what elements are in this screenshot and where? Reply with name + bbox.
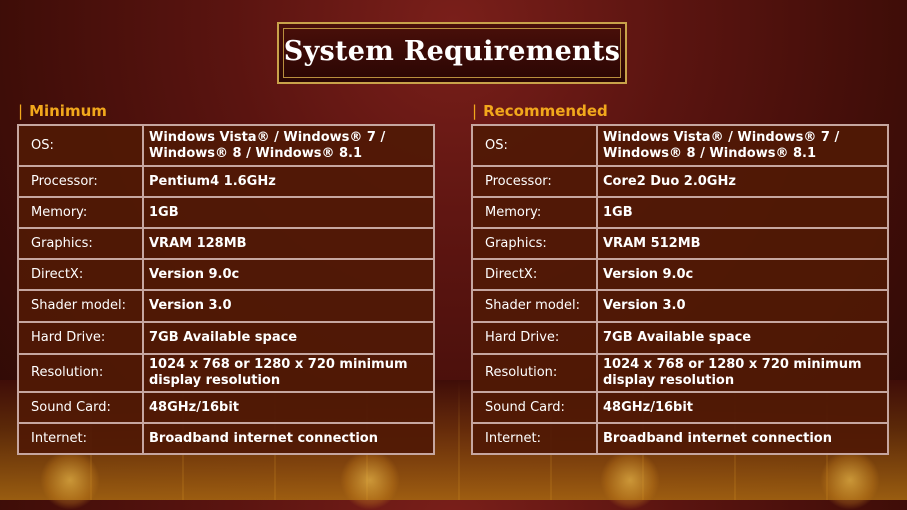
requirement-value: Windows Vista® / Windows® 7 / Windows® 8… <box>142 124 435 167</box>
requirement-value: Version 3.0 <box>596 289 889 323</box>
heading-bar: | <box>18 102 24 120</box>
requirement-value: 7GB Available space <box>142 321 435 355</box>
recommended-heading: | Recommended <box>472 102 608 120</box>
requirement-value: Version 3.0 <box>142 289 435 323</box>
requirement-value: VRAM 512MB <box>596 227 889 260</box>
floor-emblem-icon <box>600 450 660 510</box>
requirement-label: Hard Drive: <box>17 321 144 355</box>
requirement-label: OS: <box>17 124 144 167</box>
requirement-row: Processor: Pentium4 1.6GHz <box>17 165 435 198</box>
requirement-label: Shader model: <box>471 289 598 323</box>
requirement-label: Resolution: <box>471 353 598 393</box>
requirement-row: Sound Card: 48GHz/16bit <box>17 391 435 424</box>
requirement-row: Shader model: Version 3.0 <box>17 289 435 323</box>
requirement-row: Memory: 1GB <box>471 196 889 229</box>
requirement-value: Core2 Duo 2.0GHz <box>596 165 889 198</box>
requirement-label: Memory: <box>471 196 598 229</box>
requirement-value: Broadband internet connection <box>596 422 889 455</box>
requirement-value: Pentium4 1.6GHz <box>142 165 435 198</box>
requirement-label: Memory: <box>17 196 144 229</box>
requirement-row: Resolution: 1024 x 768 or 1280 x 720 mini… <box>17 353 435 393</box>
requirement-label: DirectX: <box>471 258 598 291</box>
requirement-label: Resolution: <box>17 353 144 393</box>
requirement-row: Internet: Broadband internet connection <box>17 422 435 455</box>
requirement-label: Sound Card: <box>471 391 598 424</box>
requirement-row: Shader model: Version 3.0 <box>471 289 889 323</box>
page-title: System Requirements <box>283 36 621 67</box>
requirement-row: Hard Drive: 7GB Available space <box>471 321 889 355</box>
requirement-value: Version 9.0c <box>142 258 435 291</box>
floor-emblem-icon <box>40 450 100 510</box>
requirement-value: 48GHz/16bit <box>142 391 435 424</box>
requirement-row: Graphics: VRAM 128MB <box>17 227 435 260</box>
requirement-row: Hard Drive: 7GB Available space <box>17 321 435 355</box>
floor-emblem-icon <box>340 450 400 510</box>
requirement-row: Resolution: 1024 x 768 or 1280 x 720 mini… <box>471 353 889 393</box>
requirement-value: 1024 x 768 or 1280 x 720 minimum display… <box>142 353 435 393</box>
requirement-label: Processor: <box>17 165 144 198</box>
requirement-row: Sound Card: 48GHz/16bit <box>471 391 889 424</box>
requirement-row: DirectX: Version 9.0c <box>17 258 435 291</box>
requirement-value: 48GHz/16bit <box>596 391 889 424</box>
recommended-requirements-table: OS: Windows Vista® / Windows® 7 / Windows… <box>471 124 889 455</box>
requirement-label: Graphics: <box>17 227 144 260</box>
minimum-heading: | Minimum <box>18 102 107 120</box>
requirement-row: Memory: 1GB <box>17 196 435 229</box>
requirement-value: Version 9.0c <box>596 258 889 291</box>
minimum-heading-label: Minimum <box>29 102 107 120</box>
recommended-heading-label: Recommended <box>483 102 608 120</box>
requirement-label: Internet: <box>17 422 144 455</box>
requirement-label: Sound Card: <box>17 391 144 424</box>
requirement-value: 7GB Available space <box>596 321 889 355</box>
requirement-value: 1024 x 768 or 1280 x 720 minimum display… <box>596 353 889 393</box>
requirement-row: OS: Windows Vista® / Windows® 7 / Windows… <box>17 124 435 167</box>
heading-bar: | <box>472 102 478 120</box>
requirement-row: DirectX: Version 9.0c <box>471 258 889 291</box>
requirement-value: Windows Vista® / Windows® 7 / Windows® 8… <box>596 124 889 167</box>
requirement-label: Processor: <box>471 165 598 198</box>
requirement-value: 1GB <box>596 196 889 229</box>
requirement-row: Processor: Core2 Duo 2.0GHz <box>471 165 889 198</box>
requirement-label: Shader model: <box>17 289 144 323</box>
requirement-row: Graphics: VRAM 512MB <box>471 227 889 260</box>
requirement-row: OS: Windows Vista® / Windows® 7 / Windows… <box>471 124 889 167</box>
requirement-label: OS: <box>471 124 598 167</box>
requirement-value: Broadband internet connection <box>142 422 435 455</box>
requirement-label: Hard Drive: <box>471 321 598 355</box>
title-frame: System Requirements <box>277 22 627 84</box>
requirement-label: DirectX: <box>17 258 144 291</box>
requirement-label: Internet: <box>471 422 598 455</box>
requirement-label: Graphics: <box>471 227 598 260</box>
minimum-requirements-table: OS: Windows Vista® / Windows® 7 / Windows… <box>17 124 435 455</box>
requirement-value: 1GB <box>142 196 435 229</box>
requirement-row: Internet: Broadband internet connection <box>471 422 889 455</box>
floor-emblem-icon <box>820 450 880 510</box>
requirement-value: VRAM 128MB <box>142 227 435 260</box>
